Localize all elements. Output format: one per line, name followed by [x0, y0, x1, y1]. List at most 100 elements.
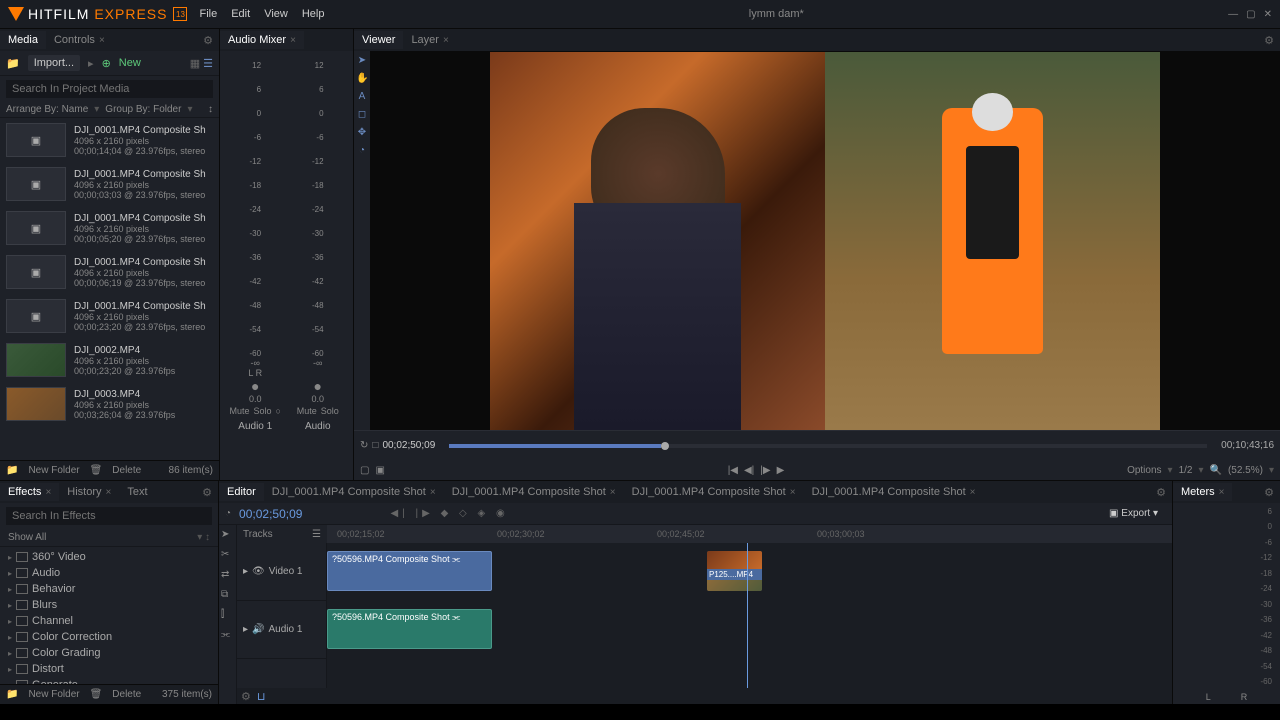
new-folder-button[interactable]: New Folder	[28, 689, 79, 700]
menu-icon[interactable]: ☰	[312, 529, 321, 540]
out-icon[interactable]: □	[372, 440, 378, 451]
chevron-icon[interactable]: ▸	[243, 624, 248, 635]
speaker-icon[interactable]: 🔊	[252, 624, 264, 635]
pan-knob[interactable]: ●	[251, 378, 259, 394]
video-clip[interactable]: P125....MP4	[707, 551, 762, 591]
select-tool-icon[interactable]: ➤	[356, 55, 368, 67]
slip-tool-icon[interactable]: ⇄	[221, 569, 235, 583]
menu-view[interactable]: View	[264, 8, 288, 20]
close-icon[interactable]: ✕	[1264, 9, 1272, 20]
effect-category[interactable]: Generate	[0, 677, 218, 684]
media-item[interactable]: ▣DJI_0001.MP4 Composite Sh4096 x 2160 pi…	[0, 294, 219, 338]
import-button[interactable]: Import...	[28, 55, 80, 71]
chevron-icon[interactable]: ▸	[243, 566, 248, 577]
media-item[interactable]: DJI_0002.MP44096 x 2160 pixels00;00;23;2…	[0, 338, 219, 382]
tab-history[interactable]: History×	[59, 483, 119, 501]
effect-category[interactable]: Blurs	[0, 597, 218, 613]
timeline-tab[interactable]: DJI_0001.MP4 Composite Shot×	[624, 483, 804, 501]
arrange-dropdown[interactable]: Arrange By: Name	[6, 104, 88, 115]
menu-file[interactable]: File	[199, 8, 217, 20]
next-frame-icon[interactable]: ▶	[777, 465, 785, 476]
new-folder-button[interactable]: New Folder	[28, 465, 79, 476]
solo-button[interactable]: Solo	[321, 406, 339, 416]
scrubber[interactable]	[449, 444, 1207, 448]
grid-view-icon[interactable]: ▦	[190, 57, 200, 70]
zoom-icon[interactable]: 🔍	[1210, 465, 1222, 476]
playhead[interactable]	[747, 543, 748, 688]
tab-viewer[interactable]: Viewer	[354, 31, 403, 49]
effect-category[interactable]: 360° Video	[0, 549, 218, 565]
overlay-icon[interactable]: ▣	[375, 465, 384, 476]
select-tool-icon[interactable]: ➤	[221, 529, 235, 543]
list-view-icon[interactable]: ☰	[203, 57, 213, 70]
tab-layer[interactable]: Layer×	[403, 31, 456, 49]
hand-tool-icon[interactable]: ✋	[356, 73, 368, 85]
move-tool-icon[interactable]: ✥	[356, 127, 368, 139]
rate-tool-icon[interactable]: ⫿	[221, 609, 235, 623]
show-all-dropdown[interactable]: Show All ▾ ↕	[0, 529, 218, 547]
shape-tool-icon[interactable]: ◻	[356, 109, 368, 121]
preview-viewport[interactable]	[370, 51, 1280, 430]
text-tool-icon[interactable]: A	[356, 91, 368, 103]
pan-knob[interactable]: ●	[314, 378, 322, 394]
minimize-icon[interactable]: —	[1228, 9, 1238, 20]
delete-button[interactable]: Delete	[112, 689, 141, 700]
magnet-icon[interactable]: ⊔	[257, 690, 266, 703]
gear-icon[interactable]: ⚙	[1156, 486, 1166, 499]
tab-meters[interactable]: Meters×	[1173, 483, 1232, 501]
export-button[interactable]: ▣ Export ▾	[1101, 506, 1166, 521]
play-icon[interactable]: |▶	[760, 465, 770, 476]
clock-icon[interactable]: ◔	[225, 508, 231, 519]
audio-clip[interactable]: ?50596.MP4 Composite Shot ⫘	[327, 609, 492, 649]
gear-icon[interactable]: ⚙	[203, 34, 213, 47]
video-clip[interactable]: ?50596.MP4 Composite Shot ⫘	[327, 551, 492, 591]
tab-controls[interactable]: Controls×	[46, 31, 113, 49]
effect-category[interactable]: Audio	[0, 565, 218, 581]
timeline-content[interactable]: ?50596.MP4 Composite Shot ⫘ P125....MP4 …	[327, 543, 1172, 688]
video-track-header[interactable]: ▸👁Video 1	[237, 543, 326, 601]
gear-icon[interactable]: ⚙	[202, 486, 212, 499]
media-item[interactable]: ▣DJI_0001.MP4 Composite Sh4096 x 2160 pi…	[0, 118, 219, 162]
prv-frame-icon[interactable]: ◀|	[744, 465, 754, 476]
effect-category[interactable]: Behavior	[0, 581, 218, 597]
maximize-icon[interactable]: ▢	[1246, 9, 1255, 20]
effect-category[interactable]: Color Correction	[0, 629, 218, 645]
media-item[interactable]: ▣DJI_0001.MP4 Composite Sh4096 x 2160 pi…	[0, 162, 219, 206]
tab-audio-mixer[interactable]: Audio Mixer×	[220, 31, 304, 49]
effect-category[interactable]: Channel	[0, 613, 218, 629]
timeline-tab[interactable]: DJI_0001.MP4 Composite Shot×	[804, 483, 984, 501]
effect-category[interactable]: Distort	[0, 661, 218, 677]
gear-icon[interactable]: ⚙	[1264, 34, 1274, 47]
gear-icon[interactable]: ⚙	[1264, 486, 1274, 499]
loop-icon[interactable]: ↻	[360, 440, 368, 451]
media-item[interactable]: DJI_0003.MP44096 x 2160 pixels00;03;26;0…	[0, 382, 219, 426]
delete-button[interactable]: Delete	[112, 465, 141, 476]
solo-button[interactable]: Solo	[254, 406, 272, 416]
menu-edit[interactable]: Edit	[231, 8, 250, 20]
link-tool-icon[interactable]: ⫘	[221, 629, 235, 643]
time-ruler[interactable]: 00;02;15;02 00;02;30;02 00;02;45;02 00;0…	[327, 525, 1172, 543]
tab-effects[interactable]: Effects×	[0, 483, 59, 501]
mask-tool-icon[interactable]: ◔	[356, 145, 368, 157]
menu-help[interactable]: Help	[302, 8, 325, 20]
media-item[interactable]: ▣DJI_0001.MP4 Composite Sh4096 x 2160 pi…	[0, 250, 219, 294]
chevron-down-icon[interactable]: ▸	[88, 57, 94, 70]
insert-icon[interactable]: ▢	[360, 465, 369, 476]
gear-icon[interactable]: ⚙	[241, 690, 251, 703]
tab-text[interactable]: Text	[119, 483, 155, 501]
mute-button[interactable]: Mute	[297, 406, 317, 416]
effects-search-input[interactable]	[6, 507, 212, 525]
tab-editor[interactable]: Editor	[219, 483, 264, 501]
new-button[interactable]: New	[119, 57, 141, 69]
audio-track-header[interactable]: ▸🔊Audio 1	[237, 601, 326, 659]
timeline-tab[interactable]: DJI_0001.MP4 Composite Shot×	[444, 483, 624, 501]
media-item[interactable]: ▣DJI_0001.MP4 Composite Sh4096 x 2160 pi…	[0, 206, 219, 250]
edit-tools[interactable]: ◀| |▶ ◆ ◇ ◈ ◉	[390, 508, 508, 519]
snap-tool-icon[interactable]: ⧉	[221, 589, 235, 603]
group-dropdown[interactable]: Group By: Folder	[105, 104, 181, 115]
record-icon[interactable]: ○	[276, 406, 281, 416]
slice-tool-icon[interactable]: ✂	[221, 549, 235, 563]
options-dropdown[interactable]: Options	[1127, 465, 1161, 476]
timeline-tab[interactable]: DJI_0001.MP4 Composite Shot×	[264, 483, 444, 501]
media-search-input[interactable]	[6, 80, 213, 98]
